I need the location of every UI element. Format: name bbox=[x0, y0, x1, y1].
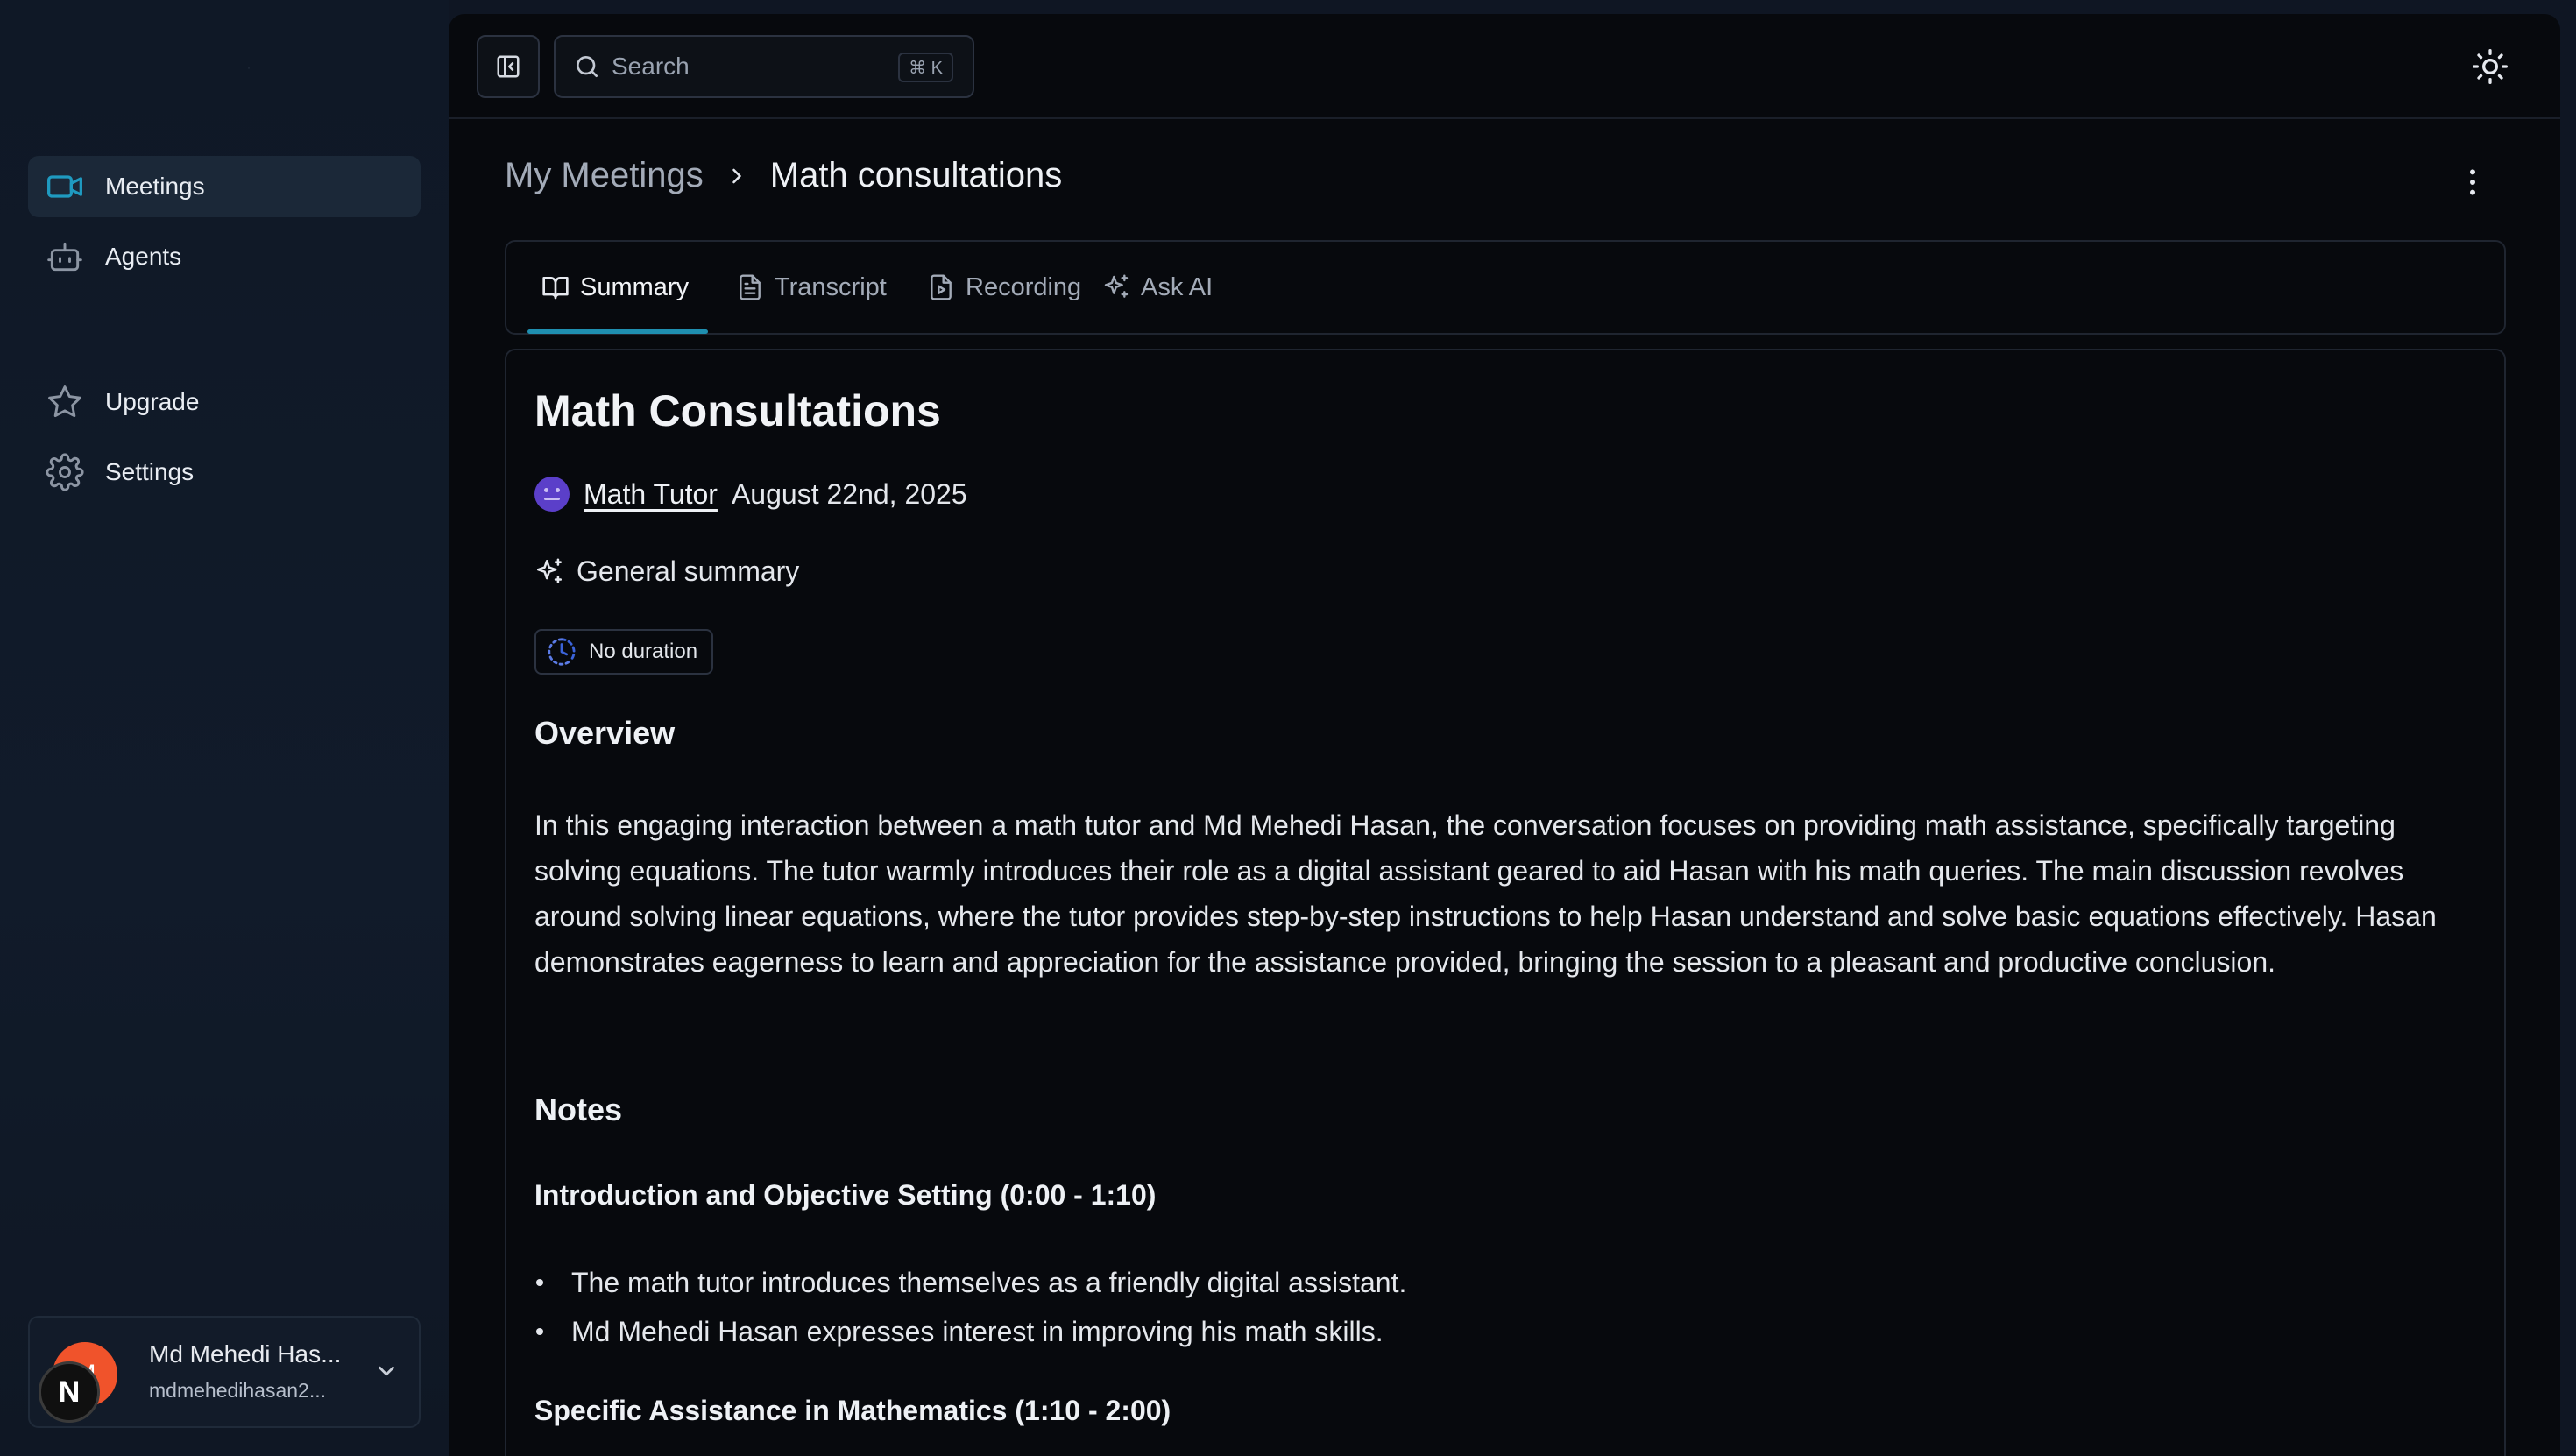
sidebar-item-label: Agents bbox=[105, 243, 182, 270]
sidebar-item-meetings[interactable]: Meetings bbox=[28, 156, 421, 217]
meeting-meta: Math Tutor August 22nd, 2025 bbox=[534, 477, 967, 512]
user-menu-button[interactable]: M N Md Mehedi Has... mdmehedihasan2... bbox=[28, 1316, 421, 1428]
sidebar-item-agents[interactable]: Agents bbox=[28, 226, 421, 287]
star-icon bbox=[44, 381, 86, 423]
secondary-nav: Upgrade Settings bbox=[28, 371, 421, 512]
main-panel: Search ⌘ K My Meetings Math consultation… bbox=[449, 14, 2560, 1456]
notes-heading: Notes bbox=[534, 1092, 623, 1127]
duration-text: No duration bbox=[589, 640, 698, 663]
user-name: Md Mehedi Has... bbox=[149, 1340, 342, 1368]
bot-icon bbox=[44, 236, 86, 278]
tab-label: Transcript bbox=[775, 272, 887, 301]
tab-label: Summary bbox=[580, 272, 690, 301]
summary-panel: Math Consultations Math Tutor August 22n… bbox=[505, 349, 2506, 1456]
sidebar-item-label: Upgrade bbox=[105, 388, 200, 415]
gear-icon bbox=[44, 451, 86, 493]
tab-label: Recording bbox=[966, 272, 1082, 301]
primary-nav: Meetings Agents bbox=[28, 156, 421, 296]
search-button[interactable]: Search ⌘ K bbox=[554, 35, 974, 98]
sparkles-icon bbox=[536, 558, 563, 583]
file-text-icon bbox=[740, 274, 761, 300]
nextjs-badge[interactable]: N bbox=[39, 1361, 100, 1423]
overview-heading: Overview bbox=[534, 715, 676, 751]
sidebar-toggle-button[interactable] bbox=[477, 35, 540, 98]
book-open-icon bbox=[542, 277, 569, 300]
sidebar-item-upgrade[interactable]: Upgrade bbox=[28, 371, 421, 433]
agent-link[interactable]: Math Tutor bbox=[584, 478, 718, 511]
sidebar: · Meetings Agents Upgrade Settings N Md … bbox=[0, 0, 449, 1456]
active-tab-indicator bbox=[527, 329, 708, 334]
tab-label: Ask AI bbox=[1141, 272, 1214, 301]
search-icon bbox=[577, 56, 598, 77]
breadcrumb-my-meetings[interactable]: My Meetings bbox=[505, 156, 704, 195]
general-summary-text: General summary bbox=[577, 555, 800, 587]
list-item: The math tutor introduces themselves as … bbox=[534, 1258, 1406, 1307]
list-item: Md Mehedi Hasan expresses interest in im… bbox=[534, 1307, 1406, 1356]
search-shortcut: ⌘ K bbox=[898, 53, 953, 82]
sidebar-item-label: Meetings bbox=[105, 173, 205, 200]
general-summary-label: General summary bbox=[534, 555, 799, 588]
breadcrumb-current[interactable]: Math consultations bbox=[770, 156, 1063, 195]
sun-icon[interactable] bbox=[2471, 47, 2509, 86]
clock-fading-icon bbox=[548, 638, 576, 666]
topbar: Search ⌘ K bbox=[449, 14, 2560, 119]
search-placeholder: Search bbox=[612, 53, 690, 80]
notes-section-title: Specific Assistance in Mathematics (1:10… bbox=[534, 1395, 1171, 1426]
video-icon bbox=[44, 166, 86, 208]
meeting-title: Math Consultations bbox=[534, 386, 941, 435]
overview-text: In this engaging interaction between a m… bbox=[534, 809, 2437, 978]
duration-badge: No duration bbox=[534, 629, 714, 675]
tab-recording[interactable]: Recording bbox=[927, 242, 1081, 333]
file-video-icon bbox=[931, 274, 952, 300]
tab-transcript[interactable]: Transcript bbox=[736, 242, 887, 333]
more-vertical-icon[interactable] bbox=[2455, 165, 2490, 200]
chevron-down-icon bbox=[379, 1366, 394, 1376]
chevron-right-icon bbox=[732, 168, 741, 183]
agent-avatar bbox=[534, 477, 570, 512]
tab-summary[interactable]: Summary bbox=[541, 242, 689, 333]
sidebar-item-label: Settings bbox=[105, 458, 195, 485]
meeting-tabs: Summary Transcript Recording Ask AI bbox=[505, 240, 2506, 335]
tab-ask-ai[interactable]: Ask AI bbox=[1102, 242, 1213, 333]
breadcrumb: My Meetings Math consultations bbox=[505, 156, 1062, 195]
logo-mark: · bbox=[247, 61, 251, 74]
notes-bullet-list: The math tutor introduces themselves as … bbox=[534, 1258, 1406, 1356]
panel-left-icon bbox=[497, 55, 520, 78]
user-email: mdmehedihasan2... bbox=[149, 1379, 327, 1402]
sparkles-icon bbox=[1104, 274, 1129, 298]
meeting-date: August 22nd, 2025 bbox=[731, 477, 967, 510]
notes-section-title: Introduction and Objective Setting (0:00… bbox=[534, 1179, 1157, 1211]
sidebar-item-settings[interactable]: Settings bbox=[28, 442, 421, 503]
